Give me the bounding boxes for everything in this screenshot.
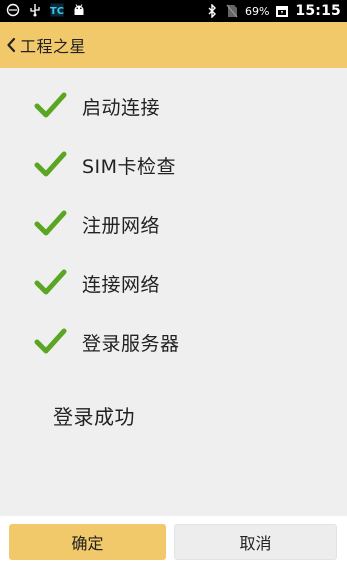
status-bar: TC 69% 15:15 (0, 0, 347, 22)
check-icon (34, 269, 67, 295)
app-bar: 工程之星 (0, 22, 347, 68)
svg-text:TC: TC (50, 6, 64, 17)
step-item: 注册网络 (0, 204, 347, 244)
check-icon (34, 210, 67, 236)
screen: TC 69% 15:15 工程之星 启动连接 SIM卡检查 注册网络 连接网络 … (0, 0, 347, 574)
battery-icon (276, 6, 289, 17)
check-icon (34, 92, 67, 118)
back-button[interactable] (0, 22, 20, 68)
page-title: 工程之星 (20, 37, 87, 56)
clock: 15:15 (295, 3, 341, 19)
app-tc-icon: TC (50, 3, 64, 17)
chevron-left-icon (7, 37, 16, 53)
step-item: SIM卡检查 (0, 145, 347, 185)
step-label: 注册网络 (82, 214, 161, 237)
android-icon (74, 4, 84, 15)
status-right-icons: 69% 15:15 (205, 2, 341, 20)
step-label: 启动连接 (82, 96, 161, 119)
check-icon (34, 151, 67, 177)
usb-icon (30, 4, 40, 17)
step-label: 连接网络 (82, 273, 161, 296)
step-label: 登录服务器 (82, 332, 180, 355)
confirm-button[interactable]: 确定 (9, 524, 166, 560)
result-message: 登录成功 (53, 405, 135, 429)
check-icon (34, 328, 67, 354)
cancel-button[interactable]: 取消 (174, 524, 337, 560)
status-left-icons: TC (6, 3, 86, 17)
step-label: SIM卡检查 (82, 155, 177, 178)
step-item: 连接网络 (0, 263, 347, 303)
bluetooth-icon (208, 4, 216, 18)
step-item: 登录服务器 (0, 322, 347, 362)
step-item: 启动连接 (0, 86, 347, 126)
no-sim-icon (226, 4, 238, 18)
battery-percent: 69% (244, 4, 270, 18)
bottom-button-bar: 确定 取消 (0, 516, 347, 574)
android-debug-icon (6, 3, 20, 17)
